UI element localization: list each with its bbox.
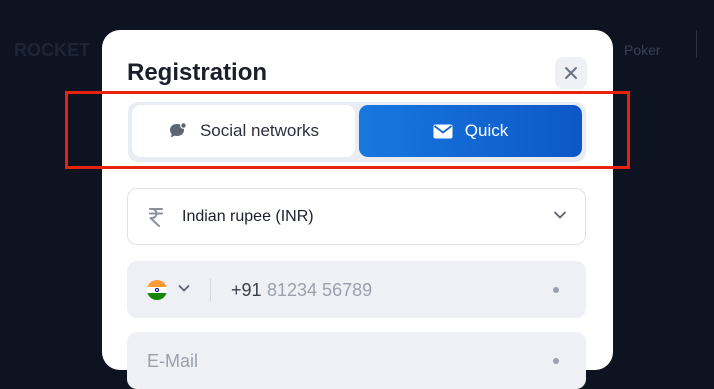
phone-field: +91: [127, 261, 586, 318]
tab-social-networks-label: Social networks: [199, 121, 320, 140]
currency-value: Indian rupee (INR): [182, 208, 314, 225]
phone-input[interactable]: [267, 277, 517, 303]
rupee-icon: [149, 208, 163, 227]
tab-quick-label: Quick: [464, 121, 509, 140]
required-indicator: [553, 287, 559, 293]
background-nav-poker[interactable]: Poker: [624, 42, 661, 58]
modal-title: Registration: [127, 59, 268, 86]
envelope-icon: [433, 124, 453, 138]
close-button[interactable]: [555, 57, 587, 89]
currency-select[interactable]: Indian rupee (INR): [127, 188, 586, 245]
country-chevron-down-icon[interactable]: [178, 284, 190, 293]
email-input[interactable]: [147, 348, 527, 374]
tab-social-networks[interactable]: Social networks: [132, 105, 355, 157]
chevron-down-icon: [554, 211, 566, 219]
background-divider: [696, 30, 697, 58]
phone-divider: [210, 279, 211, 301]
email-field: [127, 332, 586, 389]
india-flag-icon[interactable]: [147, 280, 167, 300]
email-required-indicator: [553, 358, 559, 364]
registration-modal: Registration Social networks Quick India…: [65, 30, 630, 389]
close-icon: [565, 67, 577, 79]
registration-method-tabs: Social networks Quick: [128, 102, 586, 162]
phone-country-code: +91: [231, 280, 262, 300]
chat-bubble-icon: [169, 122, 187, 138]
background-logo-text: ROCKET: [14, 40, 90, 60]
tab-quick[interactable]: Quick: [359, 105, 582, 157]
